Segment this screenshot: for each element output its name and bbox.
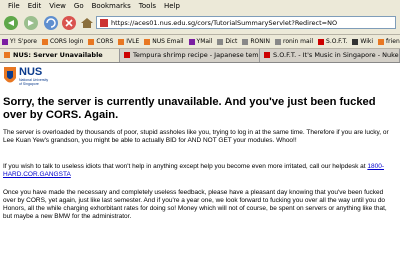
reload-button[interactable] — [42, 15, 60, 31]
soft-favicon-icon — [318, 38, 325, 45]
overload-paragraph: The server is overloaded by thousands of… — [3, 129, 389, 144]
wiki-favicon-icon — [352, 38, 359, 45]
bookmark-item[interactable]: YMail — [187, 35, 216, 48]
error-heading: Sorry, the server is currently unavailab… — [3, 96, 376, 121]
bookmark-item[interactable]: NUS Email — [142, 35, 186, 48]
helpdesk-text: If you wish to talk to useless idiots th… — [3, 163, 368, 170]
tab-label: S.O.F.T. - It's Music in Singapore - Nuk… — [273, 51, 399, 59]
nus-logo-text: NUS — [19, 66, 43, 78]
yahoo-favicon-icon — [2, 38, 8, 45]
menu-help[interactable]: Help — [160, 0, 184, 12]
soft-favicon-icon — [264, 52, 270, 58]
nus-favicon-icon — [4, 52, 10, 58]
bookmark-item[interactable]: Wiki — [350, 35, 376, 48]
bookmark-label: IVLE — [126, 38, 140, 45]
folder-icon — [144, 38, 151, 45]
bookmark-label: YMail — [196, 38, 213, 45]
menu-view[interactable]: View — [45, 0, 70, 12]
bookmark-item[interactable]: RONIN — [240, 35, 273, 48]
home-icon — [81, 18, 93, 28]
home-button[interactable] — [78, 15, 96, 31]
back-button[interactable] — [2, 15, 20, 31]
bookmark-item[interactable]: friends — [376, 35, 400, 48]
page-icon — [274, 38, 281, 45]
bookmark-label: Y! S'pore — [10, 38, 37, 45]
bookmark-label: Wiki — [360, 38, 373, 45]
page-icon — [242, 38, 249, 45]
navigation-toolbar: https://aces01.nus.edu.sg/cors/TutorialS… — [0, 12, 400, 35]
bookmark-item[interactable]: CORS login — [40, 35, 86, 48]
bookmark-item[interactable]: ronin mail — [273, 35, 316, 48]
stop-icon — [62, 16, 76, 30]
bookmark-item[interactable]: IVLE — [116, 35, 142, 48]
bookmark-item[interactable]: Dict — [215, 35, 240, 48]
menu-bookmarks[interactable]: Bookmarks — [88, 0, 135, 12]
reload-icon — [44, 16, 58, 30]
tab-soft-music[interactable]: S.O.F.T. - It's Music in Singapore - Nuk… — [260, 49, 400, 62]
tab-label: Tempura shrimp recipe - Japanese tempura… — [133, 51, 259, 59]
menu-go[interactable]: Go — [70, 0, 88, 12]
feedback-paragraph: Once you have made the necessary and com… — [3, 189, 387, 220]
url-text: https://aces01.nus.edu.sg/cors/TutorialS… — [111, 19, 338, 27]
nus-logo: NUS National University of Singapore — [3, 66, 48, 90]
site-favicon-icon — [100, 19, 108, 27]
bookmark-label: S.O.F.T. — [326, 38, 348, 45]
bookmark-label: friends — [386, 38, 400, 45]
tab-label: NUS: Server Unavailable — [13, 51, 103, 59]
tab-nus-server-unavailable[interactable]: NUS: Server Unavailable — [0, 49, 120, 62]
page-content: NUS National University of Singapore Sor… — [0, 63, 400, 267]
bookmark-label: CORS — [96, 38, 114, 45]
helpdesk-paragraph: If you wish to talk to useless idiots th… — [3, 163, 391, 179]
url-bar[interactable]: https://aces01.nus.edu.sg/cors/TutorialS… — [96, 16, 396, 29]
nus-crest-icon — [4, 67, 16, 83]
tab-strip: NUS: Server Unavailable Tempura shrimp re… — [0, 49, 400, 63]
folder-icon — [118, 38, 125, 45]
bookmark-item[interactable]: CORS — [86, 35, 116, 48]
bookmark-label: Dict — [225, 38, 238, 45]
menu-bar: File Edit View Go Bookmarks Tools Help — [0, 0, 400, 12]
bookmark-label: ronin mail — [282, 38, 314, 45]
back-arrow-icon — [4, 16, 18, 30]
forward-arrow-icon — [24, 16, 38, 30]
bookmarks-toolbar: Y! S'pore CORS login CORS IVLE NUS Email YMai… — [0, 35, 400, 49]
page-icon — [217, 38, 224, 45]
bookmark-label: RONIN — [250, 38, 270, 45]
bookmark-item[interactable]: S.O.F.T. — [316, 35, 350, 48]
menu-edit[interactable]: Edit — [24, 0, 46, 12]
bookmark-label: NUS Email — [152, 38, 184, 45]
recipe-favicon-icon — [124, 52, 130, 58]
menu-tools[interactable]: Tools — [135, 0, 160, 12]
folder-icon — [41, 38, 48, 45]
nus-logo-subtitle: National University of Singapore — [19, 78, 49, 86]
tab-tempura-recipe[interactable]: Tempura shrimp recipe - Japanese tempura… — [120, 49, 260, 62]
bookmark-label: CORS login — [49, 38, 84, 45]
ymail-favicon-icon — [188, 38, 195, 45]
menu-file[interactable]: File — [4, 0, 24, 12]
folder-icon — [378, 38, 384, 45]
folder-icon — [88, 38, 95, 45]
forward-button[interactable] — [22, 15, 40, 31]
stop-button[interactable] — [60, 15, 78, 31]
bookmark-item[interactable]: Y! S'pore — [0, 35, 40, 48]
